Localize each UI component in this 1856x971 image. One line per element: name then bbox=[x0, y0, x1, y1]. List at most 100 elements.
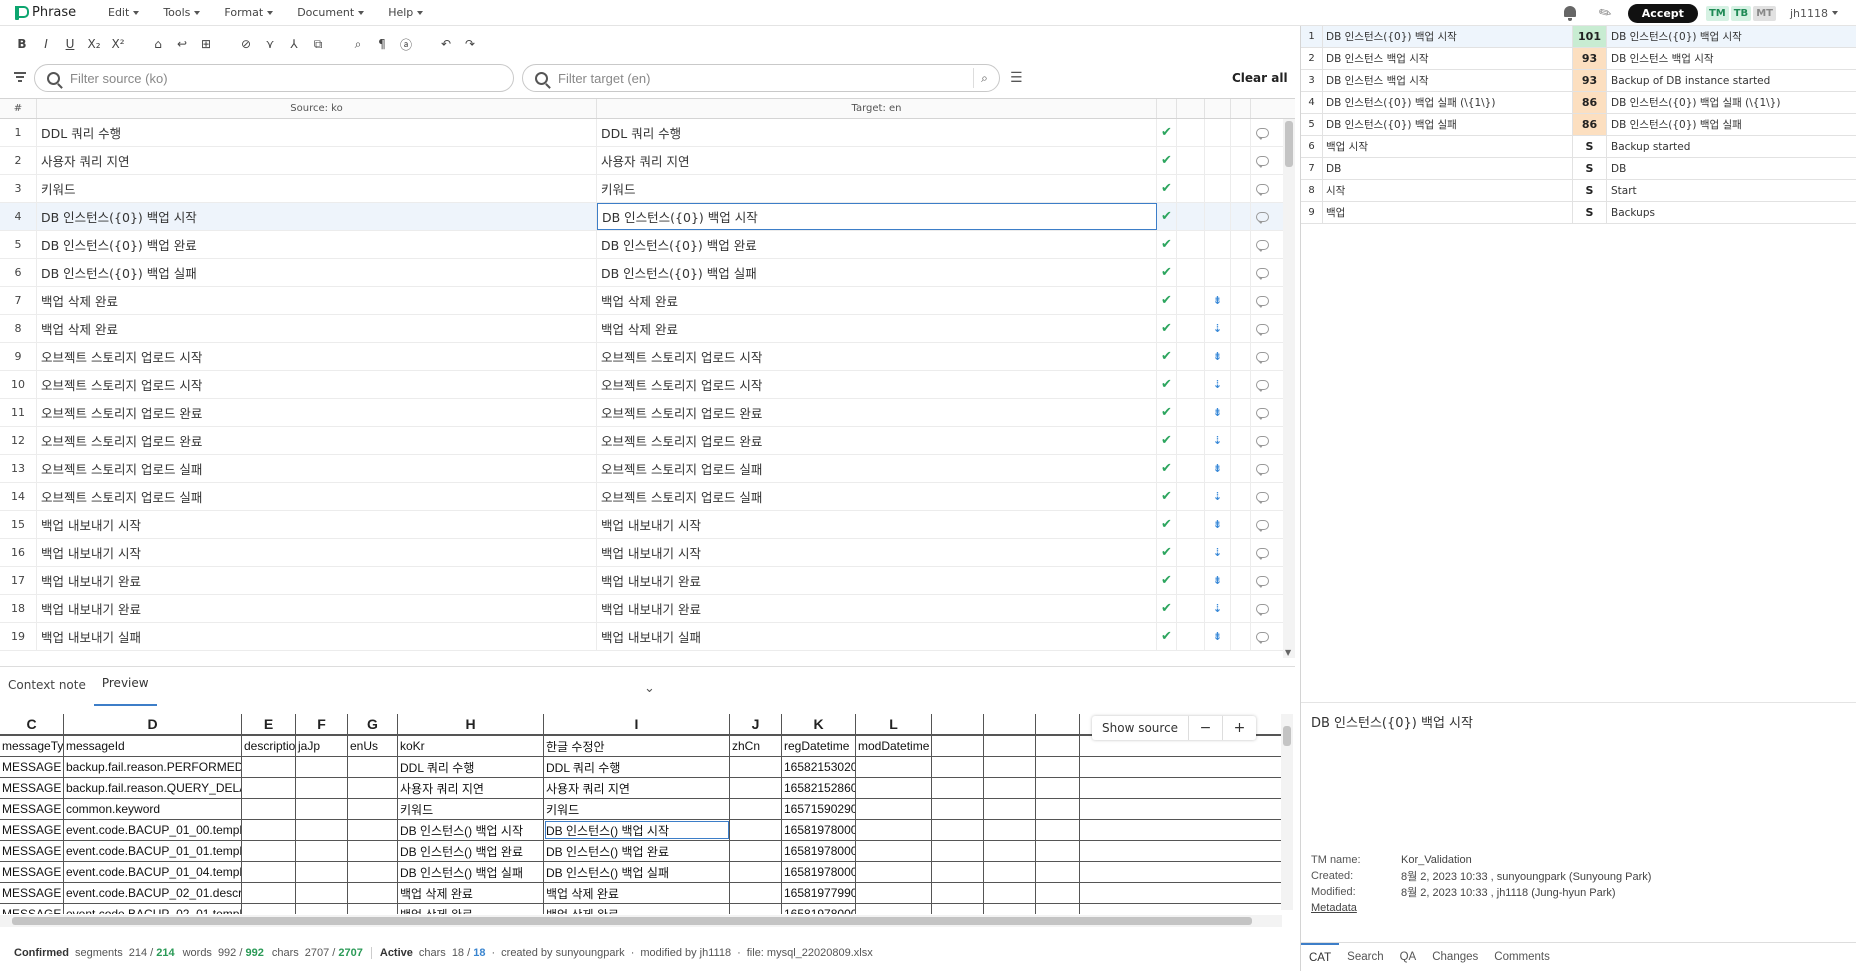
sheet-cell[interactable]: MESSAGE bbox=[0, 778, 64, 798]
subscript-button[interactable]: X₂ bbox=[85, 35, 103, 53]
confirmed-check-icon[interactable]: ✔ bbox=[1161, 265, 1172, 280]
sheet-cell[interactable] bbox=[730, 778, 782, 798]
sheet-cell[interactable] bbox=[932, 883, 984, 903]
tab-changes[interactable]: Changes bbox=[1424, 943, 1486, 971]
confirmed-check-icon[interactable]: ✔ bbox=[1161, 377, 1172, 392]
tm-toggle[interactable]: TM bbox=[1705, 5, 1729, 21]
confirmed-check-icon[interactable]: ✔ bbox=[1161, 349, 1172, 364]
sheet-cell[interactable] bbox=[856, 778, 932, 798]
sheet-cell[interactable] bbox=[1036, 841, 1080, 861]
sheet-cell[interactable] bbox=[984, 904, 1036, 914]
segment-source[interactable]: 백업 삭제 완료 bbox=[37, 287, 597, 314]
sheet-cell[interactable] bbox=[348, 799, 398, 819]
sheet-cell[interactable]: 백업 삭제 완료 bbox=[544, 883, 730, 903]
sheet-cell[interactable]: 사용자 쿼리 지연 bbox=[544, 778, 730, 798]
tm-match-row[interactable]: 7 DB S DB bbox=[1301, 158, 1856, 180]
segment-target[interactable]: 백업 내보내기 완료 bbox=[597, 567, 1157, 594]
tm-match-row[interactable]: 8 시작 S Start bbox=[1301, 180, 1856, 202]
zoom-out-button[interactable]: − bbox=[1188, 716, 1222, 740]
segment-target[interactable]: 백업 삭제 완료 bbox=[597, 315, 1157, 342]
metadata-link[interactable]: Metadata bbox=[1311, 902, 1357, 914]
sheet-cell[interactable] bbox=[242, 904, 296, 914]
segment-source[interactable]: 백업 내보내기 완료 bbox=[37, 595, 597, 622]
sheet-cell[interactable] bbox=[242, 799, 296, 819]
segment-target[interactable]: 오브젝트 스토리지 업로드 완료 bbox=[597, 399, 1157, 426]
sheet-cell[interactable] bbox=[984, 862, 1036, 882]
segment-row[interactable]: 9 오브젝트 스토리지 업로드 시작 오브젝트 스토리지 업로드 시작 ✔ ⇟ bbox=[0, 343, 1295, 371]
sheet-cell[interactable] bbox=[296, 799, 348, 819]
tm-match-row[interactable]: 5 DB 인스턴스({0}) 백업 실패 86 DB 인스턴스({0}) 백업 실패 bbox=[1301, 114, 1856, 136]
segment-row[interactable]: 15 백업 내보내기 시작 백업 내보내기 시작 ✔ ⇟ bbox=[0, 511, 1295, 539]
sheet-cell[interactable] bbox=[242, 883, 296, 903]
confirmed-check-icon[interactable]: ✔ bbox=[1161, 461, 1172, 476]
menu-edit[interactable]: Edit bbox=[108, 6, 140, 19]
source-filter-input[interactable] bbox=[70, 70, 513, 86]
copy-source-icon[interactable]: ⧉ bbox=[309, 35, 327, 53]
comment-bubble-icon[interactable] bbox=[1255, 127, 1269, 140]
grid-scroll-thumb[interactable] bbox=[1285, 121, 1293, 167]
segment-row[interactable]: 14 오브젝트 스토리지 업로드 실패 오브젝트 스토리지 업로드 실패 ✔ ⇣ bbox=[0, 483, 1295, 511]
comment-bubble-icon[interactable] bbox=[1255, 239, 1269, 252]
sheet-cell[interactable] bbox=[1036, 904, 1080, 914]
confirmed-check-icon[interactable]: ✔ bbox=[1161, 153, 1172, 168]
sheet-cell[interactable] bbox=[856, 757, 932, 777]
notifications-bell-icon[interactable] bbox=[1563, 5, 1577, 21]
comment-bubble-icon[interactable] bbox=[1255, 351, 1269, 364]
sheet-cell[interactable] bbox=[242, 778, 296, 798]
tb-toggle[interactable]: TB bbox=[1730, 5, 1752, 21]
sheet-cell[interactable]: 1658197800000 bbox=[782, 841, 856, 861]
sheet-cell[interactable] bbox=[856, 799, 932, 819]
segment-row[interactable]: 5 DB 인스턴스({0}) 백업 완료 DB 인스턴스({0}) 백업 완료 ✔ bbox=[0, 231, 1295, 259]
comment-bubble-icon[interactable] bbox=[1255, 323, 1269, 336]
segment-row[interactable]: 2 사용자 쿼리 지연 사용자 쿼리 지연 ✔ bbox=[0, 147, 1295, 175]
sheet-vertical-scrollbar[interactable] bbox=[1281, 714, 1293, 910]
sheet-cell[interactable] bbox=[856, 862, 932, 882]
segment-source[interactable]: 백업 내보내기 실패 bbox=[37, 623, 597, 650]
sheet-cell[interactable]: DB 인스턴스() 백업 실패 bbox=[398, 862, 544, 882]
sheet-cell[interactable]: event.code.BACUP_01_01.template bbox=[64, 841, 242, 861]
segment-target[interactable]: 백업 내보내기 실패 bbox=[597, 623, 1157, 650]
comment-bubble-icon[interactable] bbox=[1255, 575, 1269, 588]
segment-target[interactable]: 오브젝트 스토리지 업로드 완료 bbox=[597, 427, 1157, 454]
segment-target[interactable]: 키워드 bbox=[597, 175, 1157, 202]
segment-row[interactable]: 1 DDL 쿼리 수행 DDL 쿼리 수행 ✔ bbox=[0, 119, 1295, 147]
sheet-cell[interactable]: event.code.BACUP_02_01.template bbox=[64, 904, 242, 914]
mt-toggle[interactable]: MT bbox=[1753, 5, 1776, 21]
comment-bubble-icon[interactable] bbox=[1255, 603, 1269, 616]
menu-document[interactable]: Document bbox=[297, 6, 365, 19]
sheet-cell[interactable] bbox=[1036, 883, 1080, 903]
sheet-cell[interactable] bbox=[348, 862, 398, 882]
sheet-cell[interactable] bbox=[932, 904, 984, 914]
undo-icon[interactable]: ↶ bbox=[437, 35, 455, 53]
sheet-cell[interactable] bbox=[856, 820, 932, 840]
sheet-cell[interactable]: 1658215286000 bbox=[782, 778, 856, 798]
sheet-cell[interactable] bbox=[932, 841, 984, 861]
sheet-cell[interactable] bbox=[932, 820, 984, 840]
show-source-button[interactable]: Show source bbox=[1092, 721, 1188, 735]
confirmed-check-icon[interactable]: ✔ bbox=[1161, 181, 1172, 196]
sheet-cell[interactable] bbox=[296, 820, 348, 840]
sheet-cell[interactable] bbox=[730, 799, 782, 819]
tm-match-row[interactable]: 3 DB 인스턴스 백업 시작 93 Backup of DB instance st… bbox=[1301, 70, 1856, 92]
sheet-cell[interactable]: event.code.BACUP_01_04.template bbox=[64, 862, 242, 882]
sheet-cell[interactable] bbox=[1036, 799, 1080, 819]
sheet-cell[interactable]: 1658197800000 bbox=[782, 862, 856, 882]
sheet-cell[interactable]: 1658197799000 bbox=[782, 883, 856, 903]
target-filter-input[interactable] bbox=[558, 70, 999, 86]
redo-icon[interactable]: ↷ bbox=[461, 35, 479, 53]
sheet-cell[interactable] bbox=[932, 862, 984, 882]
segment-source[interactable]: 백업 내보내기 시작 bbox=[37, 539, 597, 566]
split-segment-icon[interactable]: ↩ bbox=[173, 35, 191, 53]
sheet-cell[interactable] bbox=[856, 883, 932, 903]
filter-icon[interactable] bbox=[14, 72, 26, 82]
sheet-cell[interactable] bbox=[856, 904, 932, 914]
paragraph-icon[interactable]: ¶ bbox=[373, 35, 391, 53]
sheet-cell[interactable] bbox=[984, 778, 1036, 798]
italic-button[interactable]: I bbox=[37, 35, 55, 53]
segment-row[interactable]: 19 백업 내보내기 실패 백업 내보내기 실패 ✔ ⇟ bbox=[0, 623, 1295, 651]
sheet-cell[interactable]: MESSAGE bbox=[0, 883, 64, 903]
sheet-cell[interactable] bbox=[348, 778, 398, 798]
sheet-cell[interactable] bbox=[984, 841, 1036, 861]
comment-bubble-icon[interactable] bbox=[1255, 295, 1269, 308]
sheet-cell[interactable] bbox=[296, 778, 348, 798]
